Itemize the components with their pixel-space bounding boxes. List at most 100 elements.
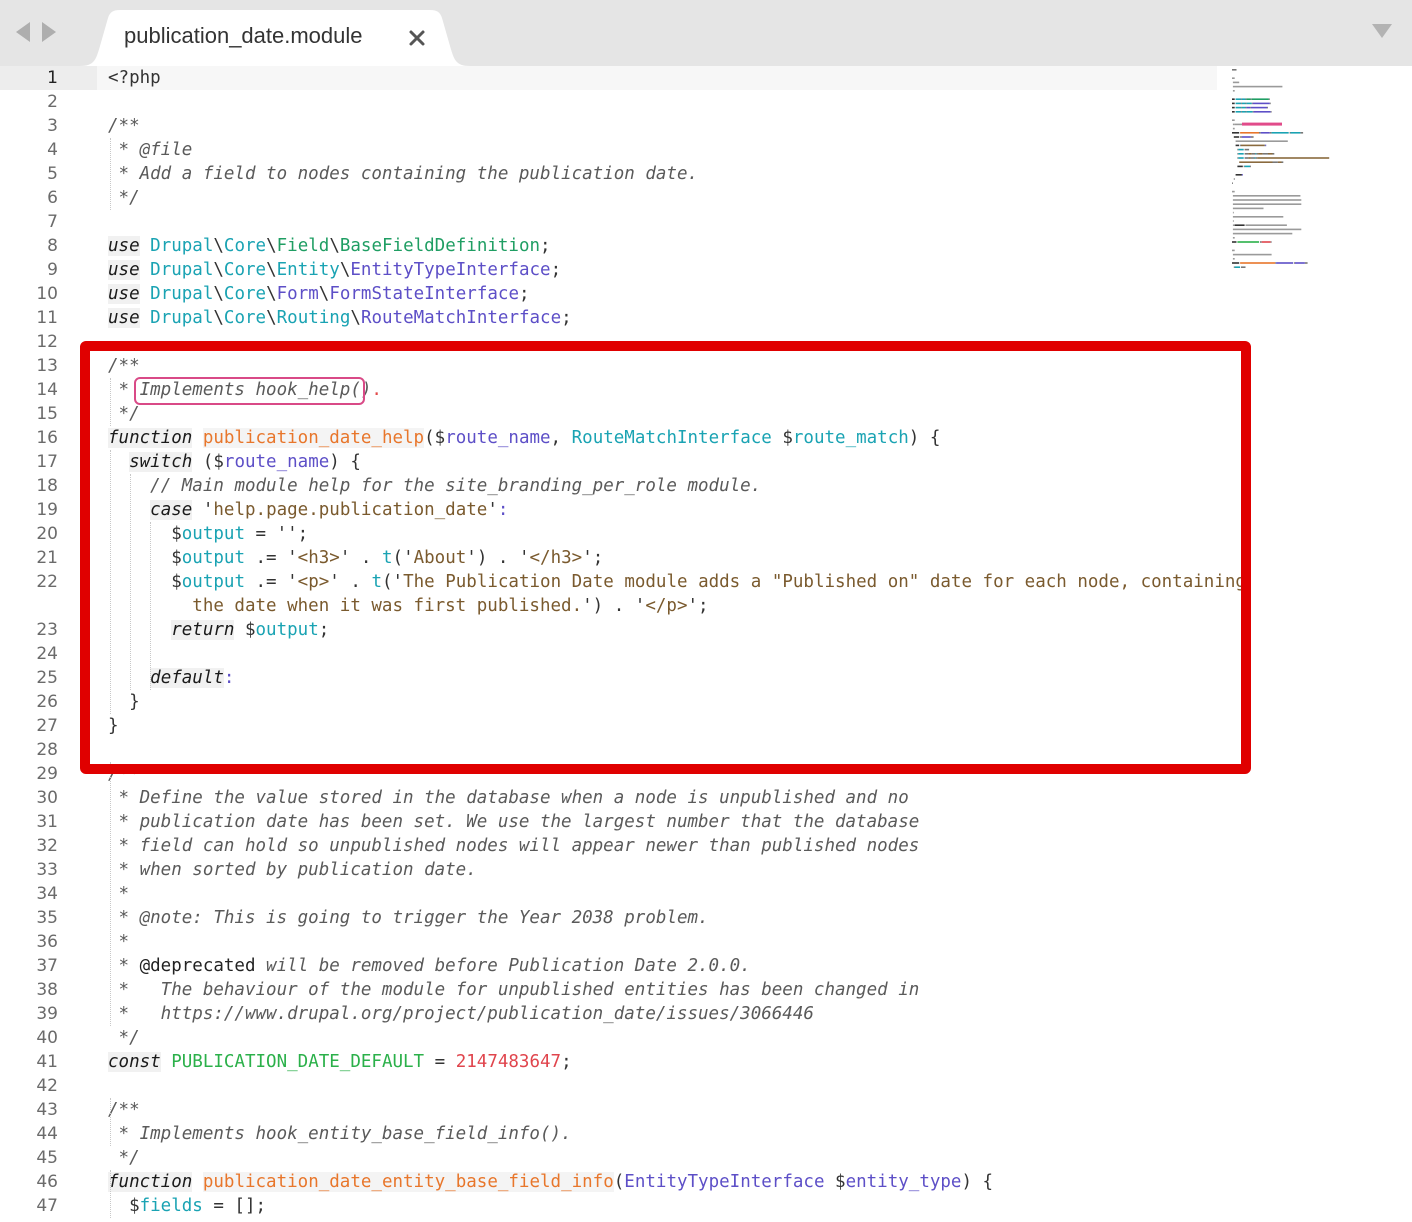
- code-line: * @note: This is going to trigger the Ye…: [108, 906, 709, 930]
- code-line: *: [108, 930, 130, 954]
- minimap-mark: [1241, 174, 1243, 176]
- minimap-mark: [1237, 241, 1259, 243]
- code-token: Routing: [276, 308, 351, 328]
- code-token: (: [613, 1172, 625, 1192]
- minimap-mark: [1270, 111, 1272, 113]
- minimap-mark: [1268, 98, 1270, 100]
- highlight-box: [80, 341, 1251, 774]
- minimap-mark: [1275, 262, 1277, 264]
- minimap-mark: [1232, 220, 1234, 222]
- code-line: function publication_date_entity_base_fi…: [108, 1170, 993, 1194]
- minimap-mark: [1252, 111, 1254, 113]
- code-token: RouteMatchInterface: [360, 308, 562, 328]
- minimap-mark: [1264, 144, 1266, 147]
- minimap-mark: [1240, 262, 1276, 264]
- minimap[interactable]: [1228, 66, 1412, 506]
- minimap-mark: [1268, 153, 1273, 155]
- code-editor[interactable]: 1 2 3 4 5 6 7 8 9 10 11 12 13 14 15 16 17 18 19 20 21 22 23 24 2…: [0, 66, 1412, 1222]
- minimap-mark: [1245, 102, 1247, 105]
- code-token: Core: [223, 260, 267, 280]
- minimap-mark: [1255, 157, 1258, 159]
- code-line: * @file: [108, 138, 193, 162]
- minimap-mark: [1256, 153, 1259, 155]
- code-token: \: [213, 284, 224, 304]
- minimap-mark: [1244, 148, 1250, 151]
- minimap-mark: [1235, 111, 1241, 113]
- code-line: * publication date has been set. We use …: [108, 810, 920, 834]
- minimap-mark: [1234, 266, 1241, 268]
- code-token: \: [266, 284, 277, 304]
- code-token: \: [213, 260, 224, 280]
- minimap-mark: [1250, 136, 1254, 138]
- minimap-mark: [1250, 157, 1255, 159]
- file-tab[interactable]: publication_date.module: [80, 10, 470, 66]
- minimap-mark: [1262, 153, 1268, 155]
- minimap-mark: [1281, 161, 1284, 163]
- code-line: <?php: [108, 66, 161, 90]
- code-token: \: [350, 308, 361, 328]
- code-line: * The behaviour of the module for unpubl…: [108, 978, 920, 1002]
- minimap-mark: [1232, 203, 1302, 205]
- minimap-mark: [1241, 102, 1242, 105]
- minimap-mark: [1245, 98, 1247, 100]
- line-number: 32: [36, 836, 58, 856]
- minimap-mark: [1234, 224, 1245, 226]
- minimap-mark: [1246, 98, 1251, 100]
- minimap-mark: [1294, 262, 1295, 264]
- line-number: 9: [47, 260, 58, 280]
- tab-list-dropdown-icon[interactable]: [1370, 22, 1394, 40]
- minimap-mark: [1232, 106, 1235, 109]
- code-token: entity_type: [845, 1172, 962, 1192]
- minimap-mark: [1237, 153, 1239, 155]
- code-line: use Drupal\Core\Routing\RouteMatchInterf…: [108, 306, 572, 330]
- minimap-mark: [1240, 132, 1259, 134]
- line-number: 1: [47, 68, 58, 88]
- minimap-mark: [1250, 106, 1251, 109]
- minimap-mark: [1232, 195, 1301, 197]
- minimap-mark: [1232, 81, 1240, 84]
- minimap-mark: [1232, 199, 1302, 201]
- hook-help-annotation: [134, 377, 366, 405]
- minimap-mark: [1232, 90, 1235, 92]
- minimap-mark: [1241, 111, 1242, 113]
- code-token: * Add a field to nodes containing the pu…: [108, 164, 699, 184]
- code-line: */: [108, 1026, 140, 1050]
- code-token: Drupal: [150, 236, 214, 256]
- minimap-mark: [1235, 144, 1240, 147]
- code-token: ) {: [961, 1172, 994, 1192]
- line-number: 20: [36, 524, 58, 544]
- code-token: ;: [518, 284, 530, 304]
- line-number: 24: [36, 644, 58, 664]
- line-number: 37: [36, 956, 58, 976]
- minimap-mark: [1251, 98, 1269, 100]
- code-line: use Drupal\Core\Field\BaseFieldDefinitio…: [108, 234, 551, 258]
- tab-title: publication_date.module: [124, 23, 363, 48]
- minimap-mark: [1238, 157, 1244, 159]
- back-arrow-icon[interactable]: [12, 16, 34, 48]
- minimap-mark: [1241, 144, 1265, 147]
- minimap-mark: [1241, 102, 1246, 105]
- code-token: $: [108, 1196, 140, 1216]
- minimap-mark: [1250, 165, 1251, 168]
- code-token: ;: [550, 260, 562, 280]
- code-token: \: [318, 284, 330, 304]
- minimap-mark: [1239, 161, 1273, 163]
- code-token: * when sorted by publication date.: [108, 860, 477, 880]
- minimap-mark: [1232, 207, 1264, 210]
- code-token: * The behaviour of the module for unpubl…: [108, 980, 920, 1000]
- minimap-mark: [1259, 241, 1262, 243]
- forward-arrow-icon[interactable]: [38, 16, 60, 48]
- minimap-mark: [1232, 132, 1240, 134]
- close-tab-icon[interactable]: [406, 27, 428, 49]
- minimap-annotation-mark: [1242, 122, 1282, 126]
- code-token: Drupal: [150, 284, 214, 304]
- minimap-mark: [1237, 148, 1239, 151]
- line-number: 18: [36, 476, 58, 496]
- line-number: 2: [47, 92, 58, 112]
- minimap-mark: [1237, 165, 1243, 168]
- minimap-mark: [1232, 224, 1235, 226]
- line-number: 42: [36, 1076, 58, 1096]
- line-number: 17: [36, 452, 58, 472]
